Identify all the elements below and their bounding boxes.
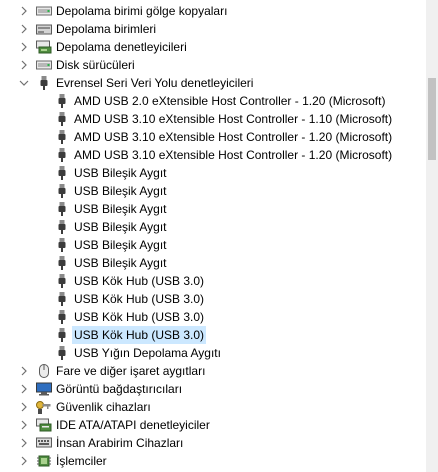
tree-device-item[interactable]: USB Kök Hub (USB 3.0) [0, 308, 426, 326]
usb-plug-icon [54, 256, 70, 270]
tree-device-item[interactable]: USB Bileşik Aygıt [0, 164, 426, 182]
usb-plug-icon [54, 94, 70, 108]
tree-category-item[interactable]: Güvenlik cihazları [0, 398, 426, 416]
tree-device-item[interactable]: USB Bileşik Aygıt [0, 182, 426, 200]
tree-item-label: USB Kök Hub (USB 3.0) [72, 326, 207, 344]
tree-device-item[interactable]: USB Bileşik Aygıt [0, 200, 426, 218]
tree-item-label: AMD USB 3.10 eXtensible Host Controller … [74, 130, 393, 144]
tree-device-item[interactable]: AMD USB 3.10 eXtensible Host Controller … [0, 146, 426, 164]
tree-item-label: Görüntü bağdaştırıcıları [56, 382, 183, 396]
tree-device-item[interactable]: USB Yığın Depolama Aygıtı [0, 344, 426, 362]
tree-device-item[interactable]: USB Kök Hub (USB 3.0) [0, 290, 426, 308]
usb-plug-icon [54, 328, 70, 342]
tree-device-item[interactable]: USB Kök Hub (USB 3.0) [0, 326, 426, 344]
display-adapter-icon [36, 382, 52, 396]
usb-plug-icon [54, 310, 70, 324]
tree-item-label: USB Kök Hub (USB 3.0) [74, 292, 205, 306]
tree-item-label: AMD USB 3.10 eXtensible Host Controller … [74, 148, 393, 162]
usb-plug-icon [54, 202, 70, 216]
device-tree[interactable]: Depolama birimi gölge kopyaları Depolama … [0, 0, 426, 472]
tree-device-item[interactable]: USB Bileşik Aygıt [0, 236, 426, 254]
usb-plug-icon [54, 220, 70, 234]
usb-plug-icon [54, 112, 70, 126]
tree-item-label: Depolama birimleri [56, 22, 157, 36]
tree-item-label: Evrensel Seri Veri Yolu denetleyicileri [56, 76, 254, 90]
tree-item-label: USB Bileşik Aygıt [74, 238, 167, 252]
tree-device-item[interactable]: USB Bileşik Aygıt [0, 218, 426, 236]
tree-item-label: Disk sürücüleri [56, 58, 135, 72]
tree-item-label: Fare ve diğer işaret aygıtları [56, 364, 206, 378]
vertical-scrollbar[interactable] [426, 0, 438, 472]
ide-controller-icon [36, 418, 52, 432]
chevron-right-icon[interactable] [18, 398, 30, 416]
chevron-down-icon[interactable] [18, 74, 30, 92]
tree-device-item[interactable]: USB Bileşik Aygıt [0, 254, 426, 272]
tree-category-item[interactable]: Görüntü bağdaştırıcıları [0, 380, 426, 398]
usb-plug-icon [36, 76, 52, 90]
tree-category-item[interactable]: IDE ATA/ATAPI denetleyiciler [0, 416, 426, 434]
chevron-right-icon[interactable] [18, 20, 30, 38]
chevron-right-icon[interactable] [18, 434, 30, 452]
tree-item-label: İnsan Arabirim Cihazları [56, 436, 184, 450]
tree-category-item[interactable]: Disk sürücüleri [0, 56, 426, 74]
drive-icon [36, 4, 52, 18]
mouse-icon [36, 364, 52, 378]
tree-item-label: Depolama birimi gölge kopyaları [56, 4, 228, 18]
tree-category-item[interactable]: Depolama birimleri [0, 20, 426, 38]
scrollbar-thumb[interactable] [428, 78, 436, 160]
tree-category-item[interactable]: İşlemciler [0, 452, 426, 470]
chevron-right-icon[interactable] [18, 2, 30, 20]
security-key-icon [36, 400, 52, 414]
tree-device-item[interactable]: AMD USB 2.0 eXtensible Host Controller -… [0, 92, 426, 110]
tree-item-label: İşlemciler [56, 454, 107, 468]
tree-item-label: AMD USB 2.0 eXtensible Host Controller -… [74, 94, 386, 108]
tree-item-label: USB Bileşik Aygıt [74, 166, 167, 180]
usb-plug-icon [54, 292, 70, 306]
tree-item-label: Depolama denetleyicileri [56, 40, 187, 54]
tree-item-label: IDE ATA/ATAPI denetleyiciler [56, 418, 210, 432]
tree-item-label: Güvenlik cihazları [56, 400, 151, 414]
volume-icon [36, 22, 52, 36]
tree-category-item[interactable]: İnsan Arabirim Cihazları [0, 434, 426, 452]
usb-plug-icon [54, 274, 70, 288]
tree-item-label: USB Kök Hub (USB 3.0) [74, 274, 205, 288]
chevron-right-icon[interactable] [18, 362, 30, 380]
tree-item-label: USB Bileşik Aygıt [74, 202, 167, 216]
tree-item-label: USB Yığın Depolama Aygıtı [74, 346, 221, 360]
chevron-right-icon[interactable] [18, 380, 30, 398]
chevron-right-icon[interactable] [18, 452, 30, 470]
tree-category-item[interactable]: Evrensel Seri Veri Yolu denetleyicileri [0, 74, 426, 92]
chevron-right-icon[interactable] [18, 56, 30, 74]
tree-category-item[interactable]: Fare ve diğer işaret aygıtları [0, 362, 426, 380]
storage-controller-icon [36, 40, 52, 54]
usb-plug-icon [54, 346, 70, 360]
chevron-right-icon[interactable] [18, 416, 30, 434]
tree-device-item[interactable]: USB Kök Hub (USB 3.0) [0, 272, 426, 290]
usb-plug-icon [54, 130, 70, 144]
usb-plug-icon [54, 148, 70, 162]
drive-icon [36, 58, 52, 72]
usb-plug-icon [54, 238, 70, 252]
tree-device-item[interactable]: AMD USB 3.10 eXtensible Host Controller … [0, 110, 426, 128]
tree-item-label: USB Bileşik Aygıt [74, 184, 167, 198]
chevron-right-icon[interactable] [18, 38, 30, 56]
usb-plug-icon [54, 184, 70, 198]
tree-device-item[interactable]: AMD USB 3.10 eXtensible Host Controller … [0, 128, 426, 146]
tree-item-label: USB Bileşik Aygıt [74, 256, 167, 270]
usb-plug-icon [54, 166, 70, 180]
tree-item-label: USB Kök Hub (USB 3.0) [74, 310, 205, 324]
tree-item-label: AMD USB 3.10 eXtensible Host Controller … [74, 112, 393, 126]
hid-icon [36, 436, 52, 450]
tree-category-item[interactable]: Depolama birimi gölge kopyaları [0, 2, 426, 20]
tree-category-item[interactable]: Depolama denetleyicileri [0, 38, 426, 56]
processor-icon [36, 454, 52, 468]
tree-item-label: USB Bileşik Aygıt [74, 220, 167, 234]
